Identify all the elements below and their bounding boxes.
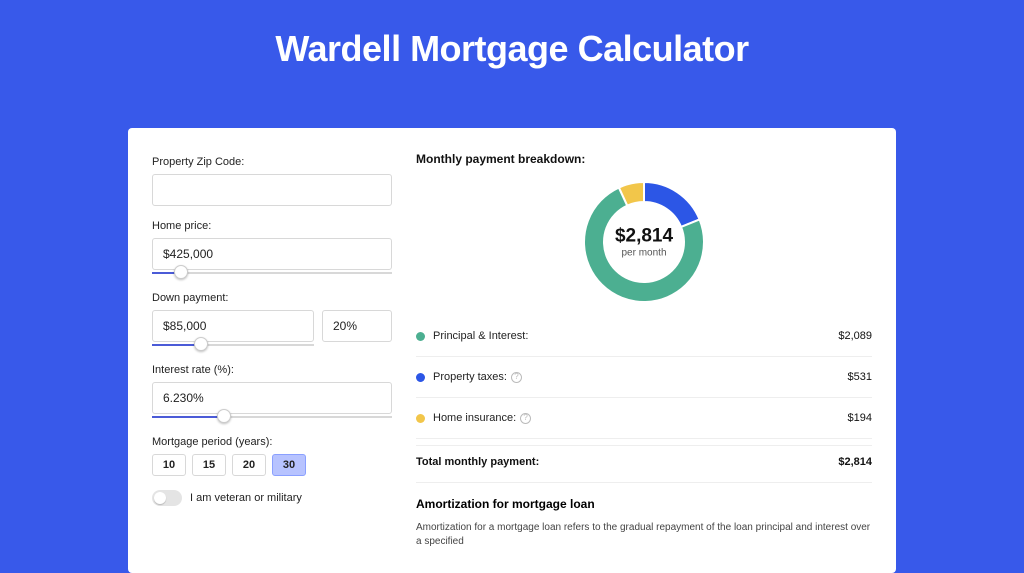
total-value: $2,814 bbox=[838, 456, 872, 468]
divider bbox=[416, 397, 872, 398]
breakdown-donut: $2,814 per month bbox=[416, 178, 872, 306]
period-buttons: 10 15 20 30 bbox=[152, 454, 392, 476]
total-label: Total monthly payment: bbox=[416, 456, 539, 468]
amort-title: Amortization for mortgage loan bbox=[416, 497, 872, 511]
period-button-15[interactable]: 15 bbox=[192, 454, 226, 476]
help-icon[interactable]: ? bbox=[520, 413, 531, 424]
legend-label: Home insurance:? bbox=[433, 412, 531, 424]
legend-row: Principal & Interest: $2,089 bbox=[416, 322, 872, 350]
legend-row: Property taxes:? $531 bbox=[416, 363, 872, 391]
amortization-section: Amortization for mortgage loan Amortizat… bbox=[416, 482, 872, 549]
legend-value: $531 bbox=[848, 371, 872, 383]
zip-input[interactable] bbox=[152, 174, 392, 206]
legend-dot bbox=[416, 332, 425, 341]
price-label: Home price: bbox=[152, 220, 392, 232]
veteran-label: I am veteran or military bbox=[190, 492, 302, 504]
down-amount-input[interactable] bbox=[152, 310, 314, 342]
down-slider[interactable] bbox=[152, 340, 314, 350]
veteran-toggle[interactable] bbox=[152, 490, 182, 506]
rate-label: Interest rate (%): bbox=[152, 364, 392, 376]
down-label: Down payment: bbox=[152, 292, 392, 304]
breakdown-title: Monthly payment breakdown: bbox=[416, 152, 872, 166]
down-slider-thumb[interactable] bbox=[194, 337, 208, 351]
legend-label: Principal & Interest: bbox=[433, 330, 528, 342]
calculator-card: Property Zip Code: Home price: Down paym… bbox=[128, 128, 896, 573]
amort-text: Amortization for a mortgage loan refers … bbox=[416, 521, 872, 549]
legend-dot bbox=[416, 373, 425, 382]
rate-input[interactable] bbox=[152, 382, 392, 414]
rate-slider[interactable] bbox=[152, 412, 392, 422]
breakdown-column: Monthly payment breakdown: $2,814 per mo… bbox=[416, 152, 872, 549]
rate-slider-thumb[interactable] bbox=[217, 409, 231, 423]
period-label: Mortgage period (years): bbox=[152, 436, 392, 448]
price-slider[interactable] bbox=[152, 268, 392, 278]
legend-value: $2,089 bbox=[838, 330, 872, 342]
zip-label: Property Zip Code: bbox=[152, 156, 392, 168]
legend: Principal & Interest: $2,089 Property taxe… bbox=[416, 322, 872, 432]
period-button-10[interactable]: 10 bbox=[152, 454, 186, 476]
legend-dot bbox=[416, 414, 425, 423]
inputs-column: Property Zip Code: Home price: Down paym… bbox=[152, 152, 392, 549]
legend-label: Property taxes:? bbox=[433, 371, 522, 383]
donut-sub: per month bbox=[615, 248, 673, 259]
legend-value: $194 bbox=[848, 412, 872, 424]
divider bbox=[416, 438, 872, 439]
period-button-20[interactable]: 20 bbox=[232, 454, 266, 476]
divider bbox=[416, 356, 872, 357]
down-percent-input[interactable] bbox=[322, 310, 392, 342]
page-title: Wardell Mortgage Calculator bbox=[0, 0, 1024, 70]
help-icon[interactable]: ? bbox=[511, 372, 522, 383]
period-button-30[interactable]: 30 bbox=[272, 454, 306, 476]
donut-value: $2,814 bbox=[615, 226, 673, 248]
price-input[interactable] bbox=[152, 238, 392, 270]
price-slider-thumb[interactable] bbox=[174, 265, 188, 279]
legend-row: Home insurance:? $194 bbox=[416, 404, 872, 432]
